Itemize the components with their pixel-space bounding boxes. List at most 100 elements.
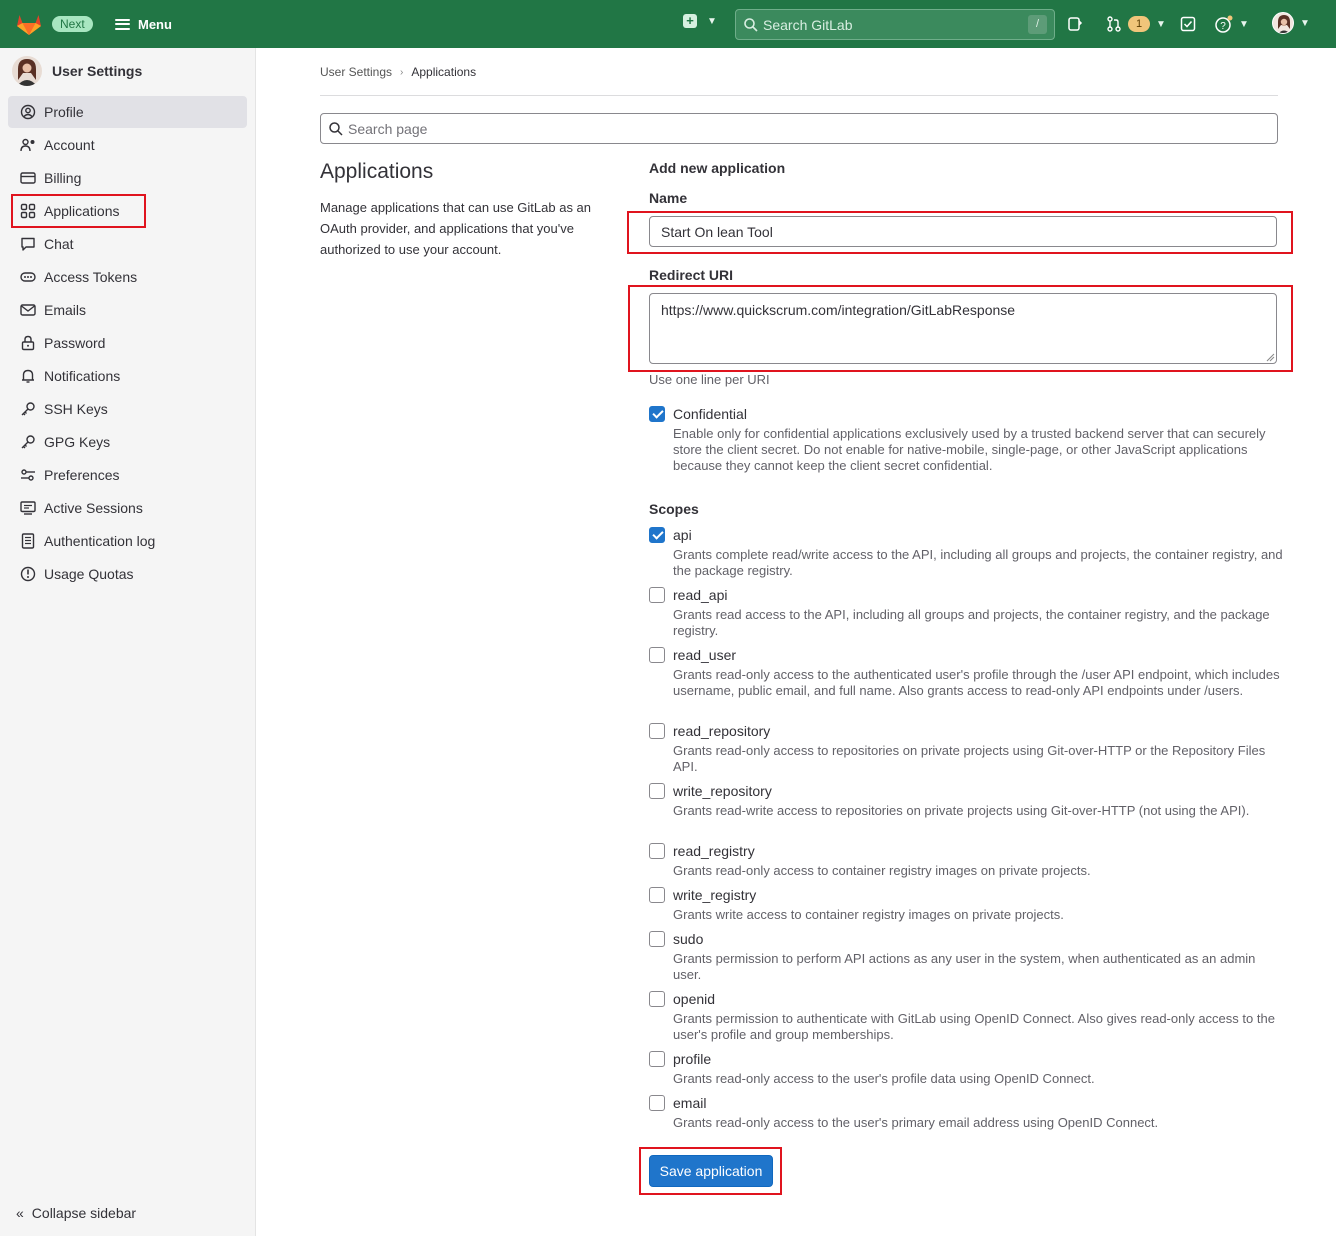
scope-email-label[interactable]: email (673, 1095, 706, 1111)
collapse-sidebar-button[interactable]: « Collapse sidebar (16, 1205, 136, 1221)
search-icon (329, 121, 343, 136)
mail-icon (20, 302, 36, 318)
user-avatar (1272, 12, 1294, 34)
sidebar-item-label: Billing (44, 170, 82, 186)
chevron-down-icon: ▼ (707, 15, 717, 27)
scope-sudo-label[interactable]: sudo (673, 931, 703, 947)
scope-read-registry-description: Grants read-only access to container reg… (673, 863, 1091, 878)
sidebar-item-notifications[interactable]: Notifications (8, 360, 247, 392)
merge-request-icon (1107, 16, 1121, 32)
scope-sudo-description: Grants permission to perform API actions… (673, 951, 1256, 982)
scope-read-repository-label[interactable]: read_repository (673, 723, 770, 739)
confidential-checkbox[interactable] (649, 406, 665, 422)
collapse-label: Collapse sidebar (31, 1205, 137, 1221)
scope-read-api-checkbox[interactable] (649, 587, 665, 603)
chevron-down-icon: ▼ (1156, 18, 1166, 30)
sidebar-item-profile[interactable]: Profile (8, 96, 247, 128)
confidential-label[interactable]: Confidential (673, 406, 747, 422)
scope-read-registry-label[interactable]: read_registry (673, 843, 755, 859)
svg-text:?: ? (1220, 21, 1226, 32)
scope-sudo-checkbox[interactable] (649, 931, 665, 947)
sidebar-item-account[interactable]: Account (8, 129, 247, 161)
scope-openid-description: Grants permission to authenticate with G… (673, 1011, 1275, 1042)
scope-write-registry-label[interactable]: write_registry (673, 887, 756, 903)
scope-read-api-label[interactable]: read_api (673, 587, 728, 603)
help-button[interactable]: ? ▼ (1215, 14, 1249, 34)
preferences-icon (20, 467, 36, 483)
highlight-box (628, 285, 1293, 372)
merge-requests-button[interactable]: 1 ▼ (1106, 14, 1166, 34)
sidebar-item-gpg-keys[interactable]: GPG Keys (8, 426, 247, 458)
scope-email-description: Grants read-only access to the user's pr… (673, 1115, 1159, 1130)
scope-api-label[interactable]: api (673, 527, 692, 543)
sidebar-item-preferences[interactable]: Preferences (8, 459, 247, 491)
page-search-input[interactable]: Search page (320, 113, 1278, 144)
monitor-icon (20, 500, 36, 516)
profile-icon (20, 104, 36, 120)
search-shortcut-key: / (1028, 15, 1047, 34)
key-icon (20, 401, 36, 417)
chevron-down-icon: ▼ (1300, 17, 1310, 29)
sidebar-item-label: Notifications (44, 368, 121, 384)
scope-profile-label[interactable]: profile (673, 1051, 711, 1067)
create-new-button[interactable]: + ▼ (683, 14, 717, 28)
scope-read-repository-checkbox[interactable] (649, 723, 665, 739)
highlight-box (627, 211, 1293, 254)
highlight-box (639, 1147, 782, 1195)
merge-requests-count-badge: 1 (1128, 16, 1150, 32)
scope-read-user-label[interactable]: read_user (673, 647, 736, 663)
scope-write-repository-label[interactable]: write_repository (673, 783, 772, 799)
menu-button[interactable]: Menu (115, 14, 172, 34)
sidebar-item-billing[interactable]: Billing (8, 162, 247, 194)
intro-section: Applications Manage applications that ca… (320, 160, 620, 260)
scope-read-user-checkbox[interactable] (649, 647, 665, 663)
sidebar-item-emails[interactable]: Emails (8, 294, 247, 326)
scope-read-repository-description: Grants read-only access to repositories … (673, 743, 1266, 774)
issues-button[interactable] (1067, 14, 1083, 34)
scope-write-repository-checkbox[interactable] (649, 783, 665, 799)
sidebar-item-chat[interactable]: Chat (8, 228, 247, 260)
sidebar-item-password[interactable]: Password (8, 327, 247, 359)
next-badge[interactable]: Next (52, 16, 93, 32)
user-avatar (12, 56, 42, 86)
global-search-input[interactable]: Search GitLab / (735, 9, 1055, 40)
search-icon (744, 17, 758, 32)
scope-email-checkbox[interactable] (649, 1095, 665, 1111)
issues-icon (1068, 17, 1083, 31)
breadcrumb-current[interactable]: Applications (411, 65, 476, 79)
sidebar-item-label: Password (44, 335, 106, 351)
sidebar-item-label: Access Tokens (44, 269, 138, 285)
token-icon (20, 269, 36, 285)
scope-openid-label[interactable]: openid (673, 991, 715, 1007)
scope-openid-checkbox[interactable] (649, 991, 665, 1007)
sidebar-item-ssh-keys[interactable]: SSH Keys (8, 393, 247, 425)
credit-card-icon (20, 170, 36, 186)
sidebar-item-access-tokens[interactable]: Access Tokens (8, 261, 247, 293)
sidebar-item-usage-quotas[interactable]: Usage Quotas (8, 558, 247, 590)
gitlab-logo-icon[interactable] (16, 12, 42, 36)
sidebar-item-label: Emails (44, 302, 87, 318)
account-icon (20, 137, 36, 153)
scope-api-checkbox[interactable] (649, 527, 665, 543)
sidebar-item-authentication-log[interactable]: Authentication log (8, 525, 247, 557)
redirect-uri-help: Use one line per URI (649, 372, 770, 387)
sidebar-item-label: Preferences (44, 467, 120, 483)
scope-write-registry-checkbox[interactable] (649, 887, 665, 903)
todos-button[interactable] (1180, 14, 1196, 34)
scope-read-registry-checkbox[interactable] (649, 843, 665, 859)
scope-profile-checkbox[interactable] (649, 1051, 665, 1067)
divider (320, 95, 1278, 96)
scope-write-registry-description: Grants write access to container registr… (673, 907, 1064, 922)
user-menu-button[interactable]: ▼ (1272, 12, 1310, 34)
sidebar-header[interactable]: User Settings (12, 56, 142, 86)
hamburger-icon (115, 18, 130, 30)
breadcrumb-parent[interactable]: User Settings (320, 65, 392, 79)
highlight-box (11, 194, 146, 228)
sidebar-item-label: Account (44, 137, 95, 153)
search-placeholder: Search GitLab (763, 16, 853, 33)
page-search-placeholder: Search page (348, 120, 428, 137)
chevron-down-icon: ▼ (1239, 18, 1249, 30)
sidebar-item-label: GPG Keys (44, 434, 111, 450)
double-chevron-left-icon: « (16, 1205, 24, 1221)
sidebar-item-active-sessions[interactable]: Active Sessions (8, 492, 247, 524)
